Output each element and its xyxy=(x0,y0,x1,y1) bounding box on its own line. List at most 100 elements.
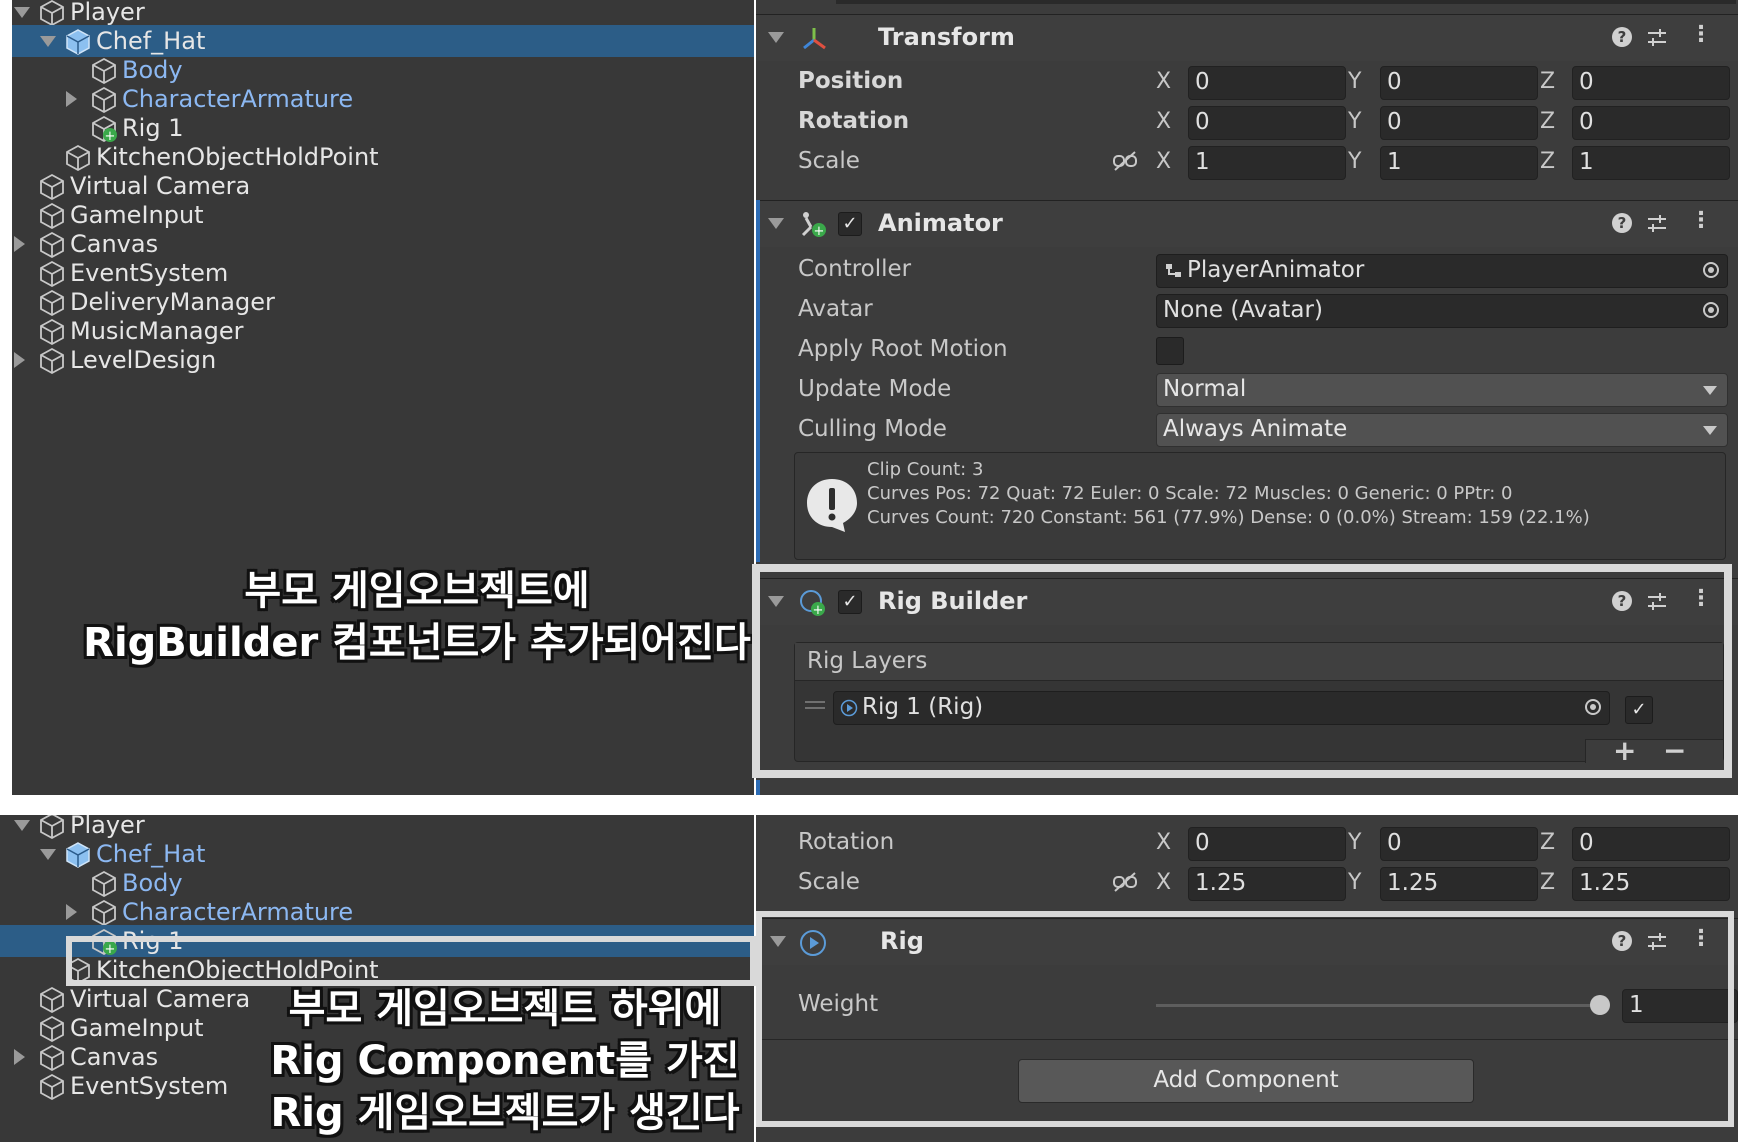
hierarchy-row-rig-1[interactable]: + Rig 1 xyxy=(12,112,754,144)
animator-enabled-checkbox[interactable]: ✓ xyxy=(838,212,862,236)
scale-z-field[interactable]: 1 xyxy=(1572,146,1730,180)
animator-title: Animator xyxy=(878,209,1003,237)
bottom-rotation-x-field[interactable]: 0 xyxy=(1188,827,1346,861)
cube-icon xyxy=(38,173,66,201)
cube-icon xyxy=(90,870,118,898)
hierarchy-row-virtual-camera[interactable]: Virtual Camera xyxy=(12,170,754,202)
foldout-collapsed-icon[interactable] xyxy=(66,91,77,107)
controller-field[interactable]: PlayerAnimator xyxy=(1156,254,1728,288)
kebab-menu-icon[interactable]: ⋮ xyxy=(1690,208,1712,233)
hierarchy-row-eventsystem[interactable]: EventSystem xyxy=(12,257,754,289)
apply-root-motion-checkbox[interactable] xyxy=(1156,337,1184,365)
hierarchy-row-characterarmature[interactable]: CharacterArmature xyxy=(0,896,754,928)
position-y-axis: Y xyxy=(1348,69,1362,94)
foldout-expanded-icon[interactable] xyxy=(14,820,30,831)
cube-plus-icon: + xyxy=(90,115,118,144)
cube-icon xyxy=(38,815,66,840)
bottom-annotation-line2: Rig Component를 가진 xyxy=(270,1038,740,1084)
bottom-scale-x-axis: X xyxy=(1156,870,1172,895)
foldout-collapsed-icon[interactable] xyxy=(66,904,77,920)
hierarchy-row-label: Rig 1 xyxy=(122,114,184,142)
cube-icon xyxy=(38,986,66,1014)
hierarchy-row-characterarmature[interactable]: CharacterArmature xyxy=(12,83,754,115)
hierarchy-row-canvas[interactable]: Canvas xyxy=(12,228,754,260)
position-y-field[interactable]: 0 xyxy=(1380,66,1538,100)
controller-label: Controller xyxy=(798,256,912,282)
bottom-rotation-x-axis: X xyxy=(1156,830,1172,855)
foldout-collapsed-icon[interactable] xyxy=(14,352,25,368)
bottom-scale-label: Scale xyxy=(798,869,860,895)
animator-header[interactable]: + ✓ Animator ? ⋮ xyxy=(760,200,1738,247)
foldout-expanded-icon[interactable] xyxy=(14,7,30,18)
bottom-annotation: 부모 게임오브젝트 하위에 Rig Component를 가진 Rig 게임오브… xyxy=(240,983,754,1139)
foldout-expanded-icon[interactable] xyxy=(40,849,56,860)
object-picker-icon[interactable] xyxy=(1703,262,1719,278)
hierarchy-row-player[interactable]: Player xyxy=(12,0,754,28)
hierarchy-row-musicmanager[interactable]: MusicManager xyxy=(12,315,754,347)
bottom-scale-y-field[interactable]: 1.25 xyxy=(1380,867,1538,901)
bottom-scale-x-field[interactable]: 1.25 xyxy=(1188,867,1346,901)
chevron-down-icon xyxy=(1703,386,1717,395)
avatar-label: Avatar xyxy=(798,296,873,322)
help-icon[interactable]: ? xyxy=(1612,213,1632,233)
position-z-field[interactable]: 0 xyxy=(1572,66,1730,100)
bottom-rotation-z-field[interactable]: 0 xyxy=(1572,827,1730,861)
rig-builder-highlight-frame xyxy=(752,564,1732,778)
scale-y-axis: Y xyxy=(1348,149,1362,174)
hierarchy-row-body[interactable]: Body xyxy=(0,867,754,899)
rig-object-highlight-frame xyxy=(66,936,756,986)
cube-icon xyxy=(90,86,118,114)
hierarchy-row-chef-hat[interactable]: Chef_Hat xyxy=(12,25,754,57)
hierarchy-row-gameinput[interactable]: GameInput xyxy=(12,199,754,231)
culling-mode-dropdown[interactable]: Always Animate xyxy=(1156,413,1728,447)
scale-y-field[interactable]: 1 xyxy=(1380,146,1538,180)
rotation-y-field[interactable]: 0 xyxy=(1380,106,1538,140)
hierarchy-row-chef-hat[interactable]: Chef_Hat xyxy=(0,838,754,870)
scale-x-axis: X xyxy=(1156,149,1172,174)
object-picker-icon[interactable] xyxy=(1703,302,1719,318)
bottom-scale-y-axis: Y xyxy=(1348,870,1362,895)
foldout-expanded-icon[interactable] xyxy=(40,36,56,47)
prefab-cube-icon xyxy=(64,841,92,869)
kebab-menu-icon[interactable]: ⋮ xyxy=(1690,22,1712,47)
rotation-x-axis: X xyxy=(1156,109,1172,134)
rotation-z-field[interactable]: 0 xyxy=(1572,106,1730,140)
scale-x-field[interactable]: 1 xyxy=(1188,146,1346,180)
svg-text:+: + xyxy=(814,224,825,239)
cube-icon xyxy=(38,231,66,259)
foldout-collapsed-icon[interactable] xyxy=(14,1049,25,1065)
update-mode-value: Normal xyxy=(1163,376,1247,402)
hierarchy-row-body[interactable]: Body xyxy=(12,54,754,86)
scale-link-icon[interactable] xyxy=(1112,871,1138,893)
cube-icon xyxy=(90,899,118,927)
top-hierarchy-panel: Player Chef_Hat Body CharacterArmature + Rig … xyxy=(12,0,754,795)
hierarchy-row-kitchenobjectholdpoint[interactable]: KitchenObjectHoldPoint xyxy=(12,141,754,173)
hierarchy-row-deliverymanager[interactable]: DeliveryManager xyxy=(12,286,754,318)
cube-icon xyxy=(38,1044,66,1072)
rotation-y-axis: Y xyxy=(1348,109,1362,134)
hierarchy-row-leveldesign[interactable]: LevelDesign xyxy=(12,344,754,376)
position-x-field[interactable]: 0 xyxy=(1188,66,1346,100)
transform-foldout-icon[interactable] xyxy=(768,32,784,43)
animator-foldout-icon[interactable] xyxy=(768,218,784,229)
cube-icon xyxy=(64,144,92,172)
avatar-field[interactable]: None (Avatar) xyxy=(1156,294,1728,328)
bottom-scale-z-axis: Z xyxy=(1540,870,1556,895)
hierarchy-row-label: KitchenObjectHoldPoint xyxy=(96,143,379,171)
hierarchy-row-label: LevelDesign xyxy=(70,346,217,374)
preset-sliders-icon[interactable] xyxy=(1646,213,1668,235)
hierarchy-row-label: Body xyxy=(122,869,183,897)
avatar-value: None (Avatar) xyxy=(1163,297,1323,323)
foldout-collapsed-icon[interactable] xyxy=(14,236,25,252)
cube-icon xyxy=(38,1073,66,1101)
update-mode-dropdown[interactable]: Normal xyxy=(1156,373,1728,407)
transform-header[interactable]: Transform ? ⋮ xyxy=(756,14,1738,61)
scale-link-icon[interactable] xyxy=(1112,150,1138,172)
bottom-rotation-y-field[interactable]: 0 xyxy=(1380,827,1538,861)
bottom-scale-z-field[interactable]: 1.25 xyxy=(1572,867,1730,901)
cube-icon xyxy=(38,0,66,27)
update-mode-label: Update Mode xyxy=(798,376,952,402)
help-icon[interactable]: ? xyxy=(1612,27,1632,47)
rotation-x-field[interactable]: 0 xyxy=(1188,106,1346,140)
preset-sliders-icon[interactable] xyxy=(1646,27,1668,49)
